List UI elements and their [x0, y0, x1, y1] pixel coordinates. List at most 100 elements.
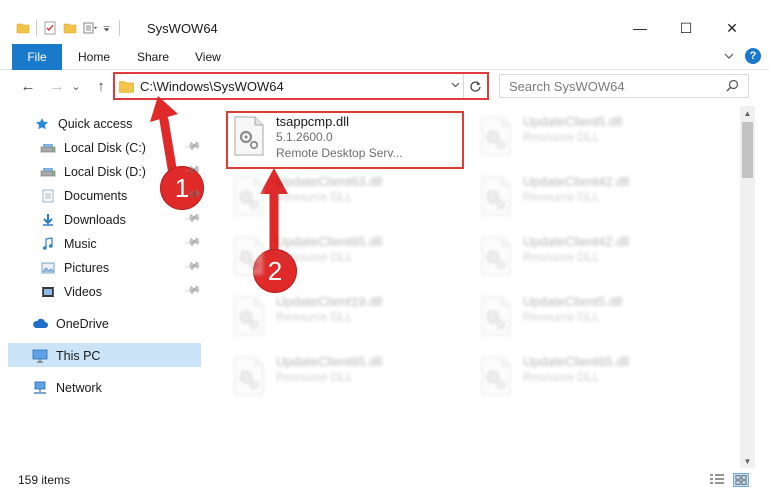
file-detail: 5.1.2600.0	[276, 130, 333, 144]
sidebar-item-label: Downloads	[64, 213, 126, 227]
sidebar-item-local-disk-d[interactable]: Local Disk (D:)	[40, 161, 146, 183]
sidebar-item-label: Music	[64, 237, 97, 251]
file-detail: Resource DLL	[523, 190, 600, 204]
scrollbar-thumb[interactable]	[742, 122, 753, 178]
file-name: tsappcmp.dll	[276, 114, 349, 129]
sidebar-item-downloads[interactable]: Downloads	[40, 209, 126, 231]
file-detail: Resource DLL	[523, 370, 600, 384]
sidebar-item-pictures[interactable]: Pictures	[40, 257, 109, 279]
recent-locations-button[interactable]: ⌄	[70, 76, 82, 96]
tab-share[interactable]: Share	[137, 44, 169, 70]
file-name: UpdateClient63.dll	[276, 174, 383, 189]
videos-icon	[40, 284, 56, 300]
drive-icon	[40, 164, 56, 180]
file-item[interactable]: UpdateClient5.dll Resource DLL	[475, 286, 710, 340]
maximize-button[interactable]: ☐	[663, 14, 709, 42]
ribbon-tabs: File Home Share View ?	[0, 44, 769, 70]
folder-icon[interactable]	[16, 21, 30, 35]
search-box[interactable]: Search SysWOW64	[499, 74, 749, 98]
large-icons-view-icon[interactable]	[733, 473, 749, 487]
file-name: UpdateClient65.dll	[276, 354, 383, 369]
file-name: UpdateClient65.dll	[276, 234, 383, 249]
file-detail: Resource DLL	[276, 250, 353, 264]
file-name: UpdateClient65.dll	[523, 354, 630, 369]
file-item[interactable]: UpdateClient65.dll Resource DLL	[228, 226, 463, 280]
chevron-down-icon[interactable]	[723, 50, 735, 62]
file-item[interactable]: UpdateClient19.dll Resource DLL	[228, 286, 463, 340]
search-input[interactable]: Search SysWOW64	[509, 79, 625, 94]
item-count: 159 items	[18, 473, 71, 487]
tab-home[interactable]: Home	[78, 44, 110, 70]
file-name: UpdateClient42.dll	[523, 234, 630, 249]
vertical-scrollbar[interactable]: ▲ ▼	[740, 106, 755, 468]
folder-icon	[119, 80, 134, 93]
scroll-down-arrow[interactable]: ▼	[740, 454, 755, 468]
sidebar-item-label: Pictures	[64, 261, 110, 275]
sidebar-item-label: Network	[56, 381, 102, 395]
sidebar-item-label: Videos	[64, 285, 102, 299]
file-detail: Resource DLL	[276, 370, 353, 384]
file-description: Remote Desktop Serv...	[276, 146, 403, 160]
file-item[interactable]: UpdateClient42.dll Resource DLL	[475, 226, 710, 280]
network-icon	[32, 380, 48, 396]
help-icon[interactable]: ?	[745, 48, 761, 64]
tab-view[interactable]: View	[195, 44, 221, 70]
sidebar-item-label: Quick access	[58, 117, 133, 131]
refresh-icon	[470, 80, 481, 92]
file-name: UpdateClient42.dll	[523, 174, 630, 189]
sidebar-item-local-disk-c[interactable]: Local Disk (C:)	[40, 137, 146, 159]
computer-icon	[32, 348, 48, 364]
sidebar-item-documents[interactable]: Documents	[40, 185, 127, 207]
file-item[interactable]: UpdateClient65.dll Resource DLL	[475, 346, 710, 400]
file-name: UpdateClient5.dll	[523, 294, 623, 309]
search-icon[interactable]	[726, 79, 739, 92]
close-button[interactable]: ✕	[709, 14, 755, 42]
sidebar-item-label: Documents	[64, 189, 128, 203]
star-icon	[34, 116, 50, 132]
quick-access-dropdown-icon[interactable]	[103, 21, 113, 35]
file-detail: Resource DLL	[523, 310, 600, 324]
documents-icon	[40, 188, 56, 204]
status-bar: 159 items	[0, 468, 769, 490]
drive-icon	[40, 140, 56, 156]
chevron-down-icon[interactable]	[450, 79, 461, 90]
pictures-icon	[40, 260, 56, 276]
sidebar-item-this-pc[interactable]: This PC	[32, 345, 100, 367]
sidebar-item-label: This PC	[56, 349, 101, 363]
scroll-up-arrow[interactable]: ▲	[740, 106, 755, 120]
new-folder-icon[interactable]	[63, 21, 77, 35]
sidebar-item-videos[interactable]: Videos	[40, 281, 102, 303]
file-item[interactable]: UpdateClient42.dll Resource DLL	[475, 166, 710, 220]
file-detail: Resource DLL	[523, 130, 600, 144]
sidebar-item-network[interactable]: Network	[32, 377, 102, 399]
file-detail: Resource DLL	[523, 250, 600, 264]
back-button[interactable]: ←	[18, 76, 38, 96]
downloads-icon	[40, 212, 56, 228]
quick-access-toolbar	[16, 18, 120, 38]
file-detail: Resource DLL	[276, 190, 353, 204]
properties-icon[interactable]	[43, 21, 57, 35]
details-view-icon[interactable]	[709, 473, 725, 487]
file-item-tsappcmp[interactable]: tsappcmp.dll 5.1.2600.0 Remote Desktop Ser…	[228, 106, 463, 160]
sidebar-item-quick-access[interactable]: Quick access	[34, 113, 132, 135]
music-icon	[40, 236, 56, 252]
file-item[interactable]: UpdateClient5.dll Resource DLL	[475, 106, 710, 160]
minimize-button[interactable]: —	[617, 14, 663, 42]
file-name: UpdateClient5.dll	[523, 114, 623, 129]
sidebar-item-label: Local Disk (C:)	[64, 141, 146, 155]
toolbar-separator	[119, 20, 120, 36]
sidebar-item-music[interactable]: Music	[40, 233, 97, 255]
tab-file[interactable]: File	[12, 44, 62, 70]
cloud-icon	[32, 316, 48, 332]
forward-button[interactable]: →	[47, 76, 67, 96]
refresh-button[interactable]	[463, 74, 487, 98]
customize-toolbar-icon[interactable]	[83, 21, 97, 35]
file-item[interactable]: UpdateClient65.dll Resource DLL	[228, 346, 463, 400]
sidebar-item-onedrive[interactable]: OneDrive	[32, 313, 109, 335]
ribbon-right-controls: ?	[723, 48, 761, 64]
file-item[interactable]: UpdateClient63.dll Resource DLL	[228, 166, 463, 220]
window-title: SysWOW64	[147, 21, 218, 36]
file-detail: Resource DLL	[276, 310, 353, 324]
sidebar-item-label: Local Disk (D:)	[64, 165, 146, 179]
up-button[interactable]: ↑	[91, 76, 111, 96]
